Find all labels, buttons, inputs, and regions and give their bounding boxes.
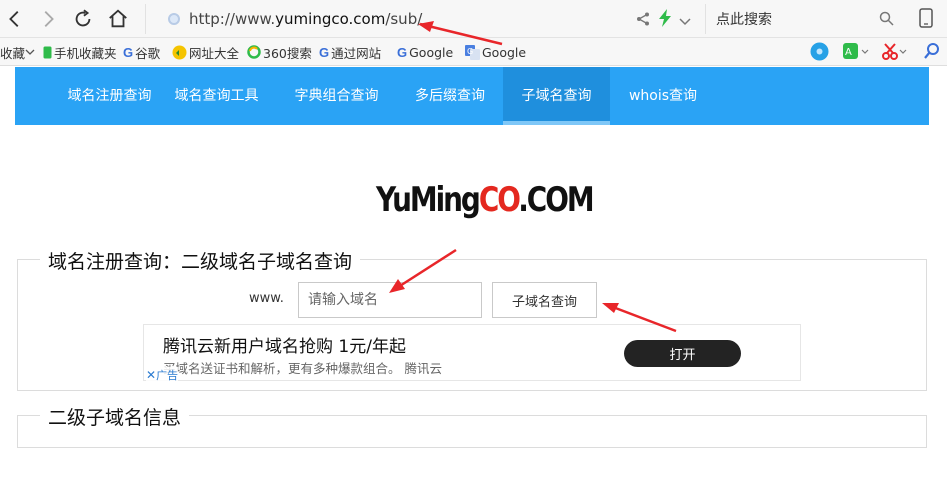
search-icon[interactable] <box>924 42 940 64</box>
url-domain: yumingco.com <box>275 10 386 28</box>
bookmark-google-cn[interactable]: G 谷歌 <box>123 43 160 61</box>
nav-domain-register-query[interactable]: 域名注册查询 <box>42 67 177 125</box>
account-icon[interactable] <box>810 42 829 65</box>
bookmark-label: Google <box>409 44 454 60</box>
ad-banner[interactable]: 腾讯云新用户域名抢购 1元/年起 买域名送证书和解析，更有多种爆款组合。 腾讯云… <box>143 324 801 383</box>
info-panel-title: 二级子域名信息 <box>40 403 190 430</box>
address-bar[interactable]: http://www.yumingco.com/sub/ <box>145 4 705 34</box>
nav-whois-query[interactable]: whois查询 <box>618 67 708 125</box>
bookmark-label: Google <box>482 44 527 60</box>
site-logo[interactable]: YuMingCO.COM <box>376 180 595 220</box>
bookmark-google[interactable]: G Google <box>397 43 453 61</box>
translate-icon: G <box>465 44 480 60</box>
nav-multi-suffix-query[interactable]: 多后缀查询 <box>403 67 497 125</box>
ad-title[interactable]: 腾讯云新用户域名抢购 1元/年起 <box>163 332 406 357</box>
nav-dictionary-query[interactable]: 字典组合查询 <box>283 67 390 125</box>
url-path: /sub/ <box>385 10 423 28</box>
bookmark-label: 通过网站 <box>331 45 382 61</box>
forward-button[interactable] <box>35 6 61 32</box>
svg-text:G: G <box>467 47 473 56</box>
forward-icon <box>44 11 54 27</box>
nav-subdomain-query[interactable]: 子域名查询 <box>503 67 610 125</box>
reload-icon <box>75 9 91 27</box>
svg-text:A: A <box>845 47 852 58</box>
ad-description: 买域名送证书和解析，更有多种爆款组合。 腾讯云 <box>163 361 442 376</box>
back-button[interactable] <box>2 6 28 32</box>
subdomain-query-button[interactable]: 子域名查询 <box>492 282 597 318</box>
share-icon[interactable] <box>636 11 650 30</box>
bookmark-mobile-favorites[interactable]: 手机收藏夹 <box>43 43 117 61</box>
chevron-down-icon <box>25 48 35 56</box>
reload-button[interactable] <box>70 6 96 32</box>
google-icon: G <box>123 44 134 60</box>
logo-text-yuming: YuMing <box>376 180 481 220</box>
search-icon[interactable] <box>879 11 894 30</box>
google-icon: G <box>397 44 408 60</box>
bookmark-google-translate[interactable]: G Google <box>465 43 526 61</box>
tablet-icon[interactable] <box>919 8 933 32</box>
bookmark-web-directory[interactable]: 网址大全 <box>172 43 239 61</box>
chevron-down-icon[interactable] <box>679 12 691 31</box>
bookmark-favorites[interactable]: 收藏 <box>0 43 37 61</box>
search-360-icon <box>247 45 261 59</box>
bookmark-360-search[interactable]: 360搜索 <box>247 43 312 61</box>
scissors-icon[interactable] <box>882 42 908 65</box>
browser-search-box <box>705 4 900 34</box>
domain-input[interactable] <box>298 282 482 318</box>
home-button[interactable] <box>105 6 131 32</box>
query-panel-title: 域名注册查询：二级域名子域名查询 <box>40 247 361 274</box>
site-navigation: 域名注册查询 域名查询工具 字典组合查询 多后缀查询 子域名查询 whois查询 <box>15 67 929 125</box>
globe-icon <box>168 13 180 25</box>
bookmark-label: 手机收藏夹 <box>54 45 117 61</box>
google-icon: G <box>319 44 330 60</box>
bookmark-label: 收藏 <box>0 45 26 61</box>
bookmarks-bar: 收藏 手机收藏夹 G 谷歌 网址大全 360搜索 G 通过网站 G Google… <box>0 38 947 66</box>
browser-search-input[interactable] <box>716 10 871 30</box>
web-directory-icon <box>172 45 187 60</box>
bookmark-label: 360搜索 <box>263 45 312 61</box>
home-icon <box>109 9 127 28</box>
ad-close-button[interactable]: ✕广告 <box>146 367 179 383</box>
url-text[interactable]: http://www.yumingco.com/sub/ <box>189 10 422 28</box>
translate-extension-icon[interactable]: A <box>843 42 869 65</box>
www-prefix: www. <box>249 291 284 306</box>
bookmark-label: 谷歌 <box>135 45 161 61</box>
lightning-icon[interactable] <box>658 9 672 31</box>
bookmark-label: 网址大全 <box>189 45 240 61</box>
logo-text-co: CO <box>478 180 521 220</box>
bookmark-site[interactable]: G 通过网站 <box>319 43 381 61</box>
back-icon <box>9 11 19 27</box>
browser-toolbar: http://www.yumingco.com/sub/ <box>0 0 947 38</box>
close-icon: ✕ <box>146 368 157 382</box>
ad-open-button[interactable]: 打开 <box>624 340 741 367</box>
logo-text-com: .COM <box>518 180 594 220</box>
nav-domain-query-tools[interactable]: 域名查询工具 <box>163 67 270 125</box>
phone-icon <box>43 46 52 59</box>
url-prefix: http://www. <box>189 10 276 28</box>
ad-badge: 广告 <box>156 369 179 382</box>
